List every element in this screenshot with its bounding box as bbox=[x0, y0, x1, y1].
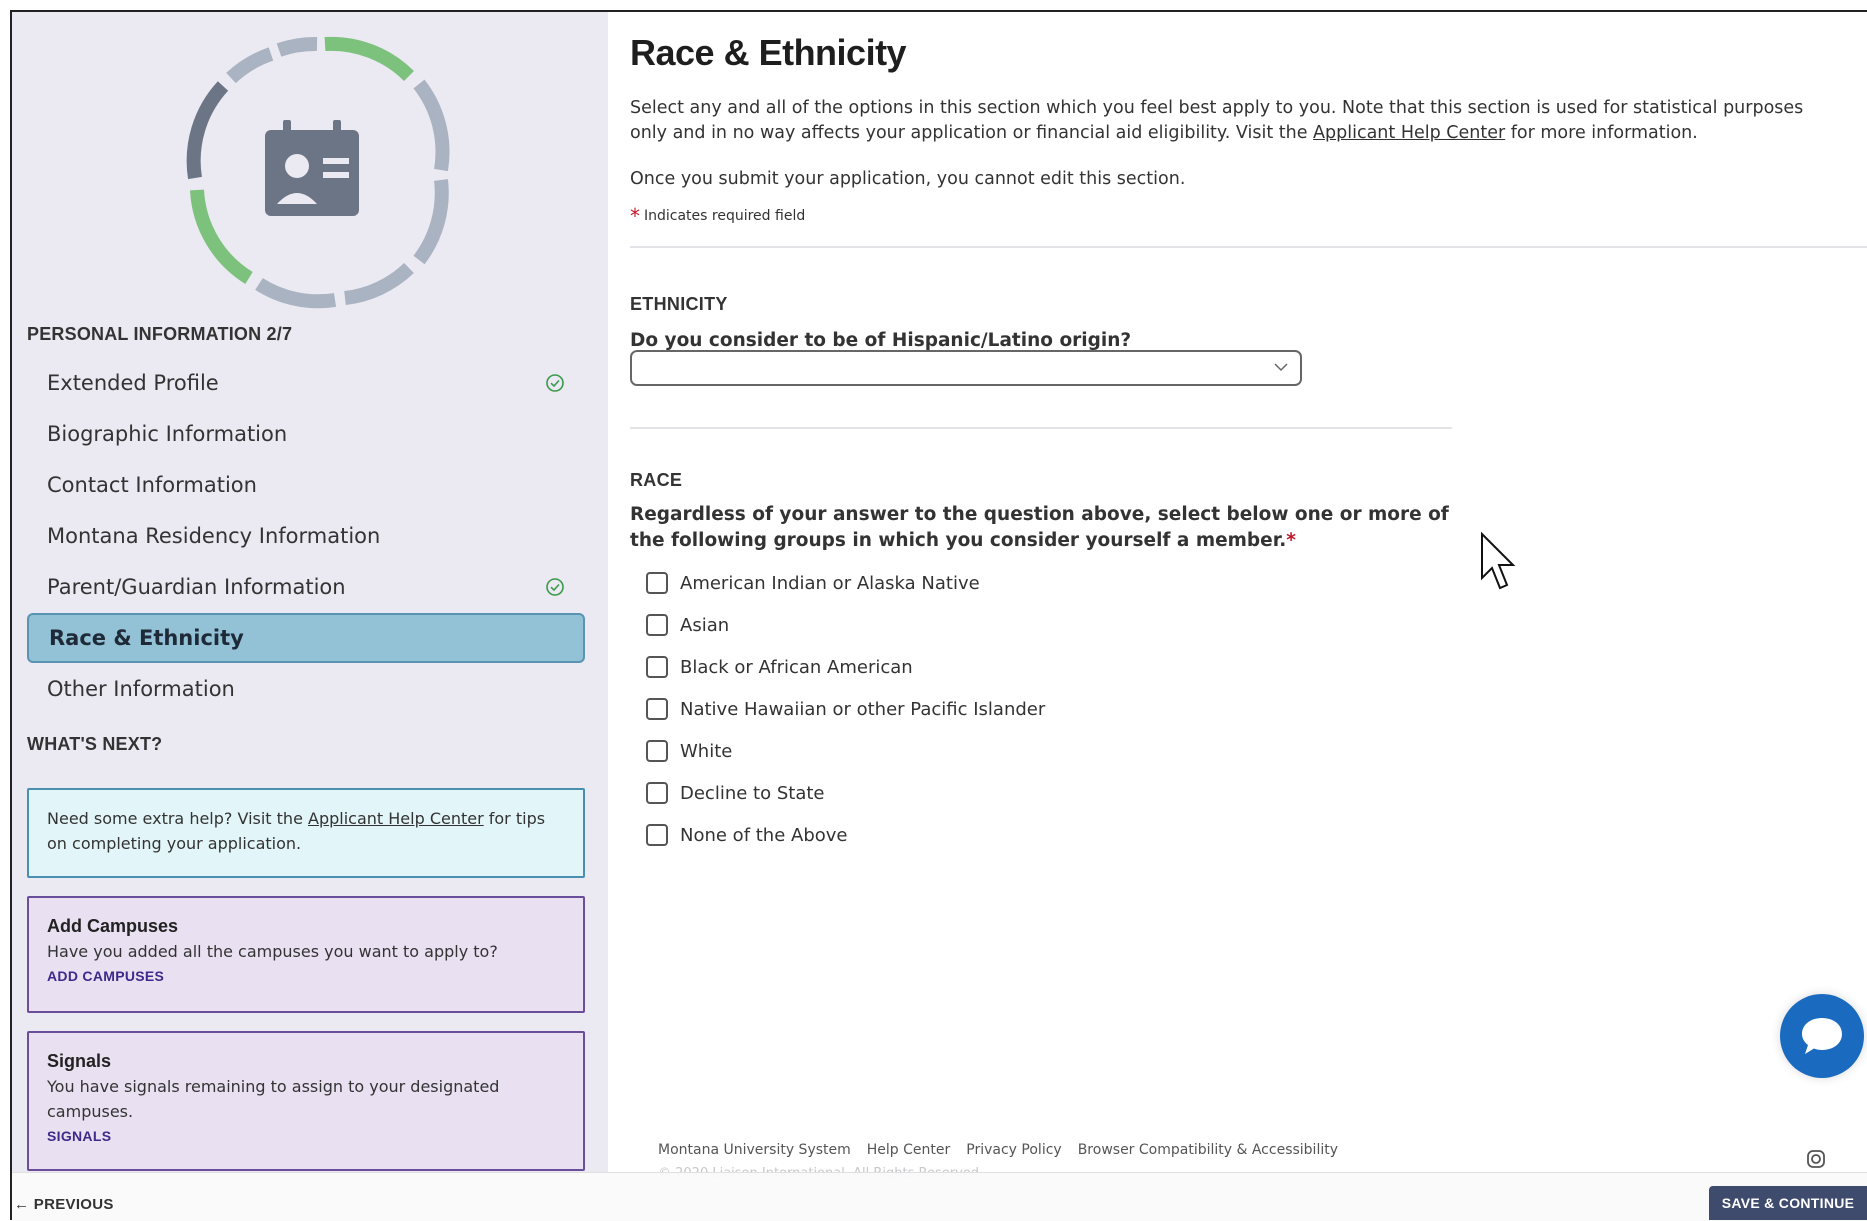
sidebar-item-label: Montana Residency Information bbox=[47, 524, 381, 548]
sidebar-item-label: Parent/Guardian Information bbox=[47, 575, 346, 599]
sidebar-item-other-information[interactable]: Other Information bbox=[27, 664, 585, 714]
check-circle-icon bbox=[546, 578, 564, 596]
signals-title: Signals bbox=[47, 1051, 112, 1071]
sidebar-item-label: Biographic Information bbox=[47, 422, 288, 446]
chat-bubble-icon bbox=[1802, 1018, 1842, 1054]
ethnicity-question: Do you consider to be of Hispanic/Latino… bbox=[630, 330, 1132, 351]
checkbox[interactable] bbox=[646, 782, 668, 804]
sidebar: PERSONAL INFORMATION 2/7 Extended Profil… bbox=[12, 12, 608, 1172]
race-option-asian[interactable]: Asian bbox=[646, 604, 1045, 646]
race-option-black[interactable]: Black or African American bbox=[646, 646, 1045, 688]
mouse-cursor-icon bbox=[1481, 532, 1516, 590]
sidebar-item-race-ethnicity[interactable]: Race & Ethnicity bbox=[27, 613, 585, 663]
required-star: * bbox=[1286, 530, 1296, 551]
submit-note: Once you submit your application, you ca… bbox=[630, 169, 1186, 189]
checkbox[interactable] bbox=[646, 656, 668, 678]
required-note: * Indicates required field bbox=[630, 204, 805, 228]
whats-next-title: WHAT'S NEXT? bbox=[27, 734, 163, 754]
sidebar-nav: Extended Profile Biographic Information … bbox=[27, 358, 585, 715]
sidebar-item-label: Contact Information bbox=[47, 473, 257, 497]
intro-text: Select any and all of the options in thi… bbox=[630, 96, 1830, 146]
race-option-white[interactable]: White bbox=[646, 730, 1045, 772]
race-option-none[interactable]: None of the Above bbox=[646, 814, 1045, 856]
sidebar-item-contact-information[interactable]: Contact Information bbox=[27, 460, 585, 510]
bottom-nav-bar bbox=[12, 1172, 1867, 1221]
checkbox[interactable] bbox=[646, 740, 668, 762]
sidebar-item-label: Race & Ethnicity bbox=[49, 626, 244, 650]
race-option-label: Native Hawaiian or other Pacific Islande… bbox=[680, 698, 1046, 720]
race-question: Regardless of your answer to the questio… bbox=[630, 502, 1460, 554]
race-option-decline[interactable]: Decline to State bbox=[646, 772, 1045, 814]
page-title: Race & Ethnicity bbox=[630, 32, 907, 73]
sidebar-item-montana-residency[interactable]: Montana Residency Information bbox=[27, 511, 585, 561]
checkbox[interactable] bbox=[646, 824, 668, 846]
sidebar-item-parent-guardian[interactable]: Parent/Guardian Information bbox=[27, 562, 585, 612]
sidebar-item-label: Extended Profile bbox=[47, 371, 219, 395]
signals-link[interactable]: SIGNALS bbox=[47, 1124, 565, 1149]
add-campuses-link[interactable]: ADD CAMPUSES bbox=[47, 964, 565, 989]
help-card: Need some extra help? Visit the Applican… bbox=[27, 788, 585, 878]
previous-label: PREVIOUS bbox=[33, 1196, 114, 1213]
race-option-label: American Indian or Alaska Native bbox=[680, 572, 980, 594]
race-option-label: White bbox=[680, 740, 733, 762]
signals-card: Signals You have signals remaining to as… bbox=[27, 1031, 585, 1171]
race-section-label: RACE bbox=[630, 470, 683, 490]
footer-link-privacy[interactable]: Privacy Policy bbox=[966, 1142, 1061, 1158]
sidebar-section-title: PERSONAL INFORMATION 2/7 bbox=[27, 324, 293, 344]
race-options: American Indian or Alaska Native Asian B… bbox=[646, 562, 1045, 856]
intro-text-after: for more information. bbox=[1505, 123, 1698, 143]
sidebar-item-label: Other Information bbox=[47, 677, 235, 701]
race-option-native-hawaiian[interactable]: Native Hawaiian or other Pacific Islande… bbox=[646, 688, 1045, 730]
main-content: Race & Ethnicity Select any and all of t… bbox=[630, 12, 1867, 1172]
arrow-left-icon: ← bbox=[14, 1196, 30, 1213]
race-option-label: Decline to State bbox=[680, 782, 825, 804]
ethnicity-section-label: ETHNICITY bbox=[630, 294, 728, 314]
signals-text: You have signals remaining to assign to … bbox=[47, 1077, 500, 1121]
id-badge-icon bbox=[265, 120, 359, 216]
footer-link-help-center[interactable]: Help Center bbox=[867, 1142, 951, 1158]
add-campuses-title: Add Campuses bbox=[47, 916, 179, 936]
footer-link-browser-compat[interactable]: Browser Compatibility & Accessibility bbox=[1078, 1142, 1338, 1158]
hispanic-origin-select[interactable] bbox=[630, 350, 1302, 386]
required-star: * bbox=[630, 204, 640, 228]
divider bbox=[630, 427, 1452, 429]
required-note-text: Indicates required field bbox=[644, 208, 806, 224]
chat-button[interactable] bbox=[1780, 994, 1864, 1078]
divider bbox=[630, 246, 1867, 248]
checkbox[interactable] bbox=[646, 698, 668, 720]
race-option-label: None of the Above bbox=[680, 824, 848, 846]
checkbox[interactable] bbox=[646, 572, 668, 594]
previous-button[interactable]: ← PREVIOUS bbox=[14, 1196, 114, 1213]
footer-link-mus[interactable]: Montana University System bbox=[658, 1142, 851, 1158]
add-campuses-text: Have you added all the campuses you want… bbox=[47, 942, 498, 961]
check-circle-icon bbox=[546, 374, 564, 392]
intro-help-center-link[interactable]: Applicant Help Center bbox=[1313, 123, 1505, 143]
race-option-label: Black or African American bbox=[680, 656, 913, 678]
footer-links: Montana University System Help Center Priv… bbox=[658, 1142, 1354, 1158]
save-continue-button[interactable]: SAVE & CONTINUE bbox=[1709, 1186, 1867, 1220]
race-question-text: Regardless of your answer to the questio… bbox=[630, 504, 1449, 551]
checkbox[interactable] bbox=[646, 614, 668, 636]
add-campuses-card: Add Campuses Have you added all the camp… bbox=[27, 896, 585, 1013]
sidebar-item-extended-profile[interactable]: Extended Profile bbox=[27, 358, 585, 408]
sidebar-item-biographic-information[interactable]: Biographic Information bbox=[27, 409, 585, 459]
help-card-text: Need some extra help? Visit the bbox=[47, 809, 308, 828]
help-center-link[interactable]: Applicant Help Center bbox=[308, 809, 484, 828]
instagram-icon[interactable] bbox=[1805, 1148, 1827, 1170]
progress-ring bbox=[186, 36, 450, 309]
race-option-american-indian[interactable]: American Indian or Alaska Native bbox=[646, 562, 1045, 604]
race-option-label: Asian bbox=[680, 614, 730, 636]
chevron-down-icon bbox=[1274, 363, 1288, 372]
